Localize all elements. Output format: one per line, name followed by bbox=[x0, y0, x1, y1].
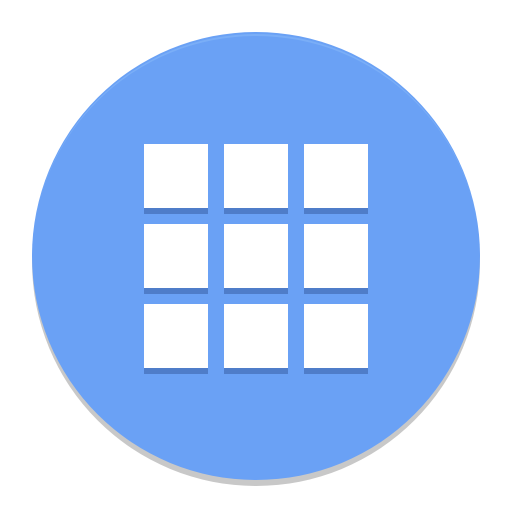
tile-grid bbox=[144, 144, 368, 374]
grid-tile-3 bbox=[304, 144, 368, 208]
grid-tile-6 bbox=[304, 224, 368, 288]
grid-tile-7 bbox=[144, 304, 208, 368]
icon-canvas bbox=[0, 0, 512, 512]
grid-tile-1 bbox=[144, 144, 208, 208]
grid-tile-4 bbox=[144, 224, 208, 288]
grid-tile-5 bbox=[224, 224, 288, 288]
app-grid-icon[interactable] bbox=[0, 0, 512, 512]
grid-tile-9 bbox=[304, 304, 368, 368]
grid-tile-8 bbox=[224, 304, 288, 368]
grid-tile-2 bbox=[224, 144, 288, 208]
